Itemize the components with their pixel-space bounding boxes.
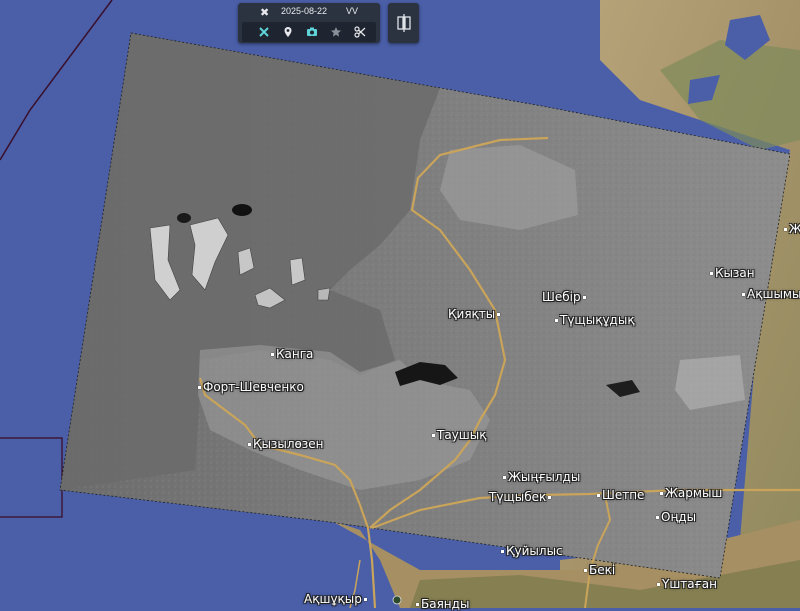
compare-split-icon xyxy=(396,14,411,32)
sar-bright-east xyxy=(675,355,745,410)
scene-toolbar: ✖ 2025-08-22 VV xyxy=(238,3,380,43)
scene-info-row: ✖ 2025-08-22 VV xyxy=(238,4,380,20)
place-label-ushtagan: Үштаған xyxy=(657,577,717,591)
place-label-zh: Ж xyxy=(784,222,800,236)
place-label-kyzylozen: Қызылөзен xyxy=(248,437,323,451)
scissors-icon[interactable] xyxy=(352,24,368,40)
location-pin-icon[interactable] xyxy=(280,24,296,40)
place-label-kuiylys: Қуйылыс xyxy=(501,544,563,558)
camera-icon[interactable] xyxy=(304,24,320,40)
place-label-kyzan: Кызан xyxy=(710,266,755,280)
island-4 xyxy=(289,257,306,286)
place-label-beki: Бекі xyxy=(584,563,615,577)
map-marker[interactable] xyxy=(392,595,402,605)
place-label-kanga: Канга xyxy=(271,347,313,361)
island-6 xyxy=(317,287,331,301)
place-label-ondy: Оңды xyxy=(656,510,696,524)
tools-icon[interactable]: ✖ xyxy=(260,6,269,19)
place-label-shetpe: Шетпе xyxy=(597,488,644,502)
place-label-kiyakty: Қияқты xyxy=(448,307,502,321)
place-label-bayandy: Баянды xyxy=(416,597,469,611)
compare-split-button[interactable] xyxy=(388,3,419,43)
place-label-zhyngyldy: Жыңғылды xyxy=(503,470,580,484)
place-label-shebir: Шебір xyxy=(542,290,588,304)
place-label-akshukyr: Ақшұқыр xyxy=(304,592,369,606)
place-label-tushchybek: Түщыбек xyxy=(489,490,553,504)
dark-spot-1 xyxy=(232,204,252,216)
place-label-zharmysh: Жармыш xyxy=(660,486,722,500)
scene-date: 2025-08-22 xyxy=(281,6,328,16)
star-icon[interactable] xyxy=(328,24,344,40)
crossed-tools-icon[interactable] xyxy=(256,24,272,40)
scene-polarization: VV xyxy=(346,6,359,16)
place-label-fort-shevchenko: Форт-Шевченко xyxy=(198,380,304,394)
place-label-akshymy: Ақшымы xyxy=(742,287,800,301)
place-label-taushyk: Таушық xyxy=(432,428,487,442)
dark-spot-2 xyxy=(177,213,191,223)
place-label-tushchykuduk: Түщықұдық xyxy=(555,313,635,327)
scene-actions xyxy=(242,22,376,42)
